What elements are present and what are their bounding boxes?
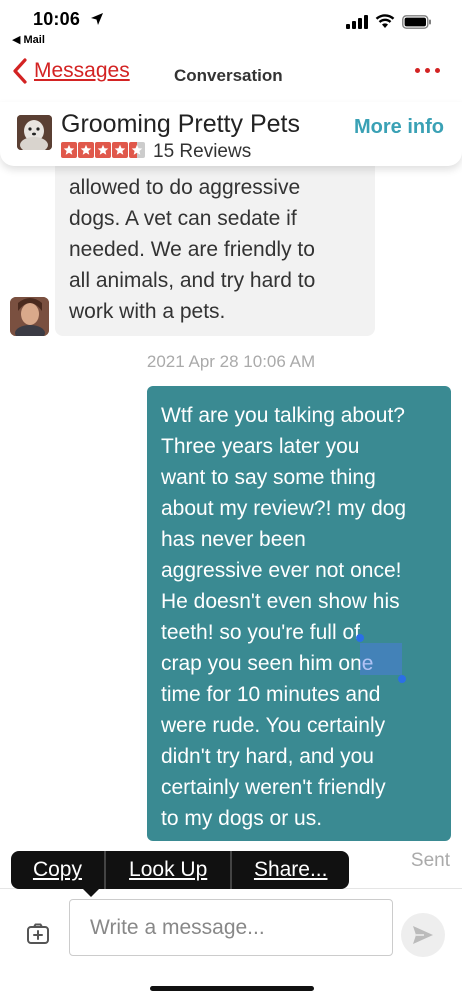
messages-back-button[interactable]: Messages (12, 58, 130, 84)
star-icon (95, 142, 111, 158)
message-composer (0, 888, 462, 968)
outgoing-message-bubble[interactable]: Wtf are you talking about? Three years l… (147, 386, 451, 841)
chevron-left-icon (13, 58, 27, 84)
share-menu-item[interactable]: Share... (232, 851, 349, 889)
business-name: Grooming Pretty Pets (61, 110, 300, 138)
send-icon (413, 926, 433, 944)
star-rating (61, 142, 145, 158)
star-icon (112, 142, 128, 158)
incoming-message-text: allowed to do aggressive dogs. A vet can… (69, 176, 316, 323)
more-dots-icon (415, 68, 420, 73)
message-timestamp: 2021 Apr 28 10:06 AM (146, 352, 316, 371)
back-to-mail-link[interactable]: ◀ Mail (12, 33, 45, 46)
text-context-menu: Copy Look Up Share... (11, 851, 349, 889)
context-menu-pointer (82, 888, 100, 897)
home-indicator[interactable] (150, 986, 314, 991)
star-icon (61, 142, 77, 158)
message-thread[interactable]: allowed to do aggressive dogs. A vet can… (0, 166, 462, 886)
more-info-link[interactable]: More info (354, 116, 444, 139)
location-arrow-icon (91, 13, 103, 25)
status-bar: 10:06 ◀ Mail (0, 0, 462, 52)
business-header-card[interactable]: Grooming Pretty Pets 15 Reviews More inf… (0, 102, 462, 166)
send-button[interactable] (401, 913, 445, 957)
sent-status-label: Sent (410, 850, 450, 871)
add-photo-icon[interactable] (26, 922, 50, 946)
wifi-icon (375, 14, 395, 28)
status-time: 10:06 (33, 9, 81, 29)
cellular-signal-icon (346, 14, 368, 29)
text-selection-highlight[interactable] (360, 643, 402, 675)
business-avatar (17, 115, 52, 150)
more-dot (435, 68, 440, 73)
battery-icon (402, 14, 431, 29)
star-icon (78, 142, 94, 158)
more-dot (425, 68, 430, 73)
messages-back-label: Messages (34, 59, 130, 82)
nav-bar: Messages Conversation (0, 54, 462, 94)
selection-start-handle[interactable] (356, 634, 364, 642)
sender-avatar[interactable] (10, 297, 49, 336)
more-options-button[interactable] (415, 68, 440, 73)
message-input[interactable] (69, 899, 393, 956)
selection-end-handle[interactable] (398, 675, 406, 683)
look-up-menu-item[interactable]: Look Up (106, 851, 231, 889)
outgoing-message-text[interactable]: Wtf are you talking about? Three years l… (161, 400, 437, 834)
copy-menu-item[interactable]: Copy (11, 851, 104, 889)
half-star-icon (129, 142, 145, 158)
page-title: Conversation (174, 66, 283, 85)
status-indicators (346, 14, 432, 29)
incoming-message-bubble[interactable]: allowed to do aggressive dogs. A vet can… (55, 166, 375, 336)
review-count: 15 Reviews (153, 141, 252, 162)
